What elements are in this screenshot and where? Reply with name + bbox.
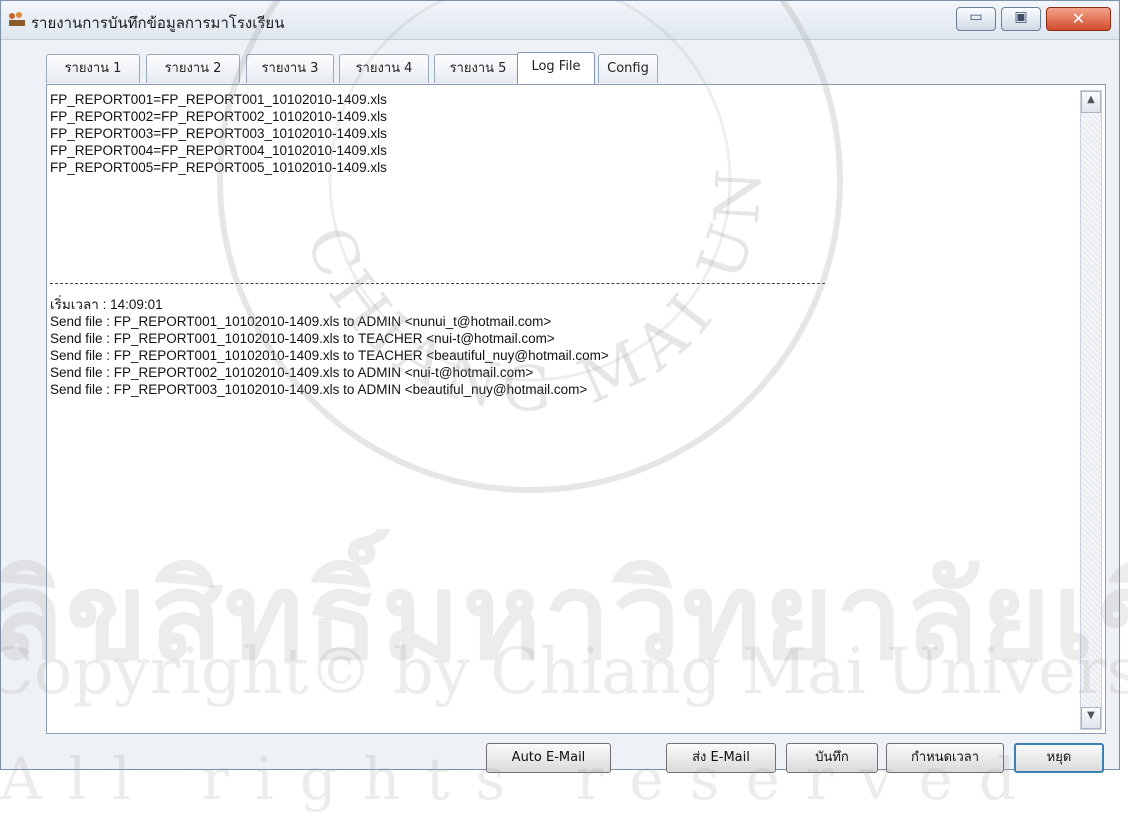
minimize-button[interactable]: ▭ <box>956 7 996 31</box>
log-separator <box>50 283 825 284</box>
stop-button[interactable]: หยุด <box>1014 743 1104 773</box>
close-icon: ✕ <box>1071 9 1086 28</box>
log-line: Send file : FP_REPORT001_10102010-1409.x… <box>50 331 555 346</box>
log-line: Send file : FP_REPORT001_10102010-1409.x… <box>50 348 609 363</box>
log-line: FP_REPORT003=FP_REPORT003_10102010-1409.… <box>50 126 387 141</box>
tab-report-1[interactable]: รายงาน 1 <box>46 54 140 83</box>
vertical-scrollbar[interactable]: ▲ ▼ <box>1080 90 1102 730</box>
log-start-time: เริ่มเวลา : 14:09:01 <box>50 297 163 312</box>
send-email-button[interactable]: ส่ง E-Mail <box>666 743 776 773</box>
scroll-down-button[interactable]: ▼ <box>1081 707 1101 729</box>
tab-report-5[interactable]: รายงาน 5 <box>434 54 522 83</box>
tab-report-3[interactable]: รายงาน 3 <box>246 54 334 83</box>
save-button[interactable]: บันทึก <box>786 743 878 773</box>
tab-log-file[interactable]: Log File <box>517 52 595 84</box>
window-title: รายงานการบันทึกข้อมูลการมาโรงเรียน <box>31 14 285 32</box>
auto-email-button[interactable]: Auto E-Mail <box>486 743 611 773</box>
scroll-up-button[interactable]: ▲ <box>1081 91 1101 113</box>
close-button[interactable]: ✕ <box>1046 7 1111 31</box>
log-panel: FP_REPORT001=FP_REPORT001_10102010-1409.… <box>46 84 1106 734</box>
log-line: FP_REPORT004=FP_REPORT004_10102010-1409.… <box>50 143 387 158</box>
log-line: Send file : FP_REPORT002_10102010-1409.x… <box>50 365 534 380</box>
tab-report-4[interactable]: รายงาน 4 <box>339 54 429 83</box>
log-line: FP_REPORT001=FP_REPORT001_10102010-1409.… <box>50 92 387 107</box>
arrow-down-icon: ▼ <box>1087 710 1095 721</box>
app-icon <box>9 12 25 26</box>
arrow-up-icon: ▲ <box>1087 94 1095 105</box>
minimize-icon: ▭ <box>969 9 983 25</box>
log-line: FP_REPORT002=FP_REPORT002_10102010-1409.… <box>50 109 387 124</box>
maximize-icon: ▣ <box>1014 9 1028 25</box>
log-line: Send file : FP_REPORT003_10102010-1409.x… <box>50 382 588 397</box>
title-bar[interactable]: รายงานการบันทึกข้อมูลการมาโรงเรียน ▭ ▣ ✕ <box>1 1 1119 40</box>
schedule-button[interactable]: กำหนดเวลา <box>886 743 1004 773</box>
app-window: รายงานการบันทึกข้อมูลการมาโรงเรียน ▭ ▣ ✕… <box>0 0 1120 773</box>
log-report-list: FP_REPORT001=FP_REPORT001_10102010-1409.… <box>50 91 387 176</box>
maximize-button[interactable]: ▣ <box>1001 7 1041 31</box>
log-line: Send file : FP_REPORT001_10102010-1409.x… <box>50 314 552 329</box>
log-send-list: เริ่มเวลา : 14:09:01 Send file : FP_REPO… <box>50 296 609 398</box>
tab-config[interactable]: Config <box>598 54 658 83</box>
log-line: FP_REPORT005=FP_REPORT005_10102010-1409.… <box>50 160 387 175</box>
tab-report-2[interactable]: รายงาน 2 <box>146 54 240 83</box>
